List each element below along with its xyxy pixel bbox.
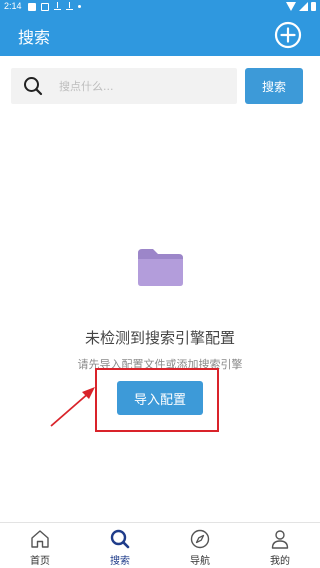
page-title: 搜索 <box>18 28 51 47</box>
search-icon <box>24 77 43 96</box>
search-icon <box>110 529 130 549</box>
nav-item-profile[interactable]: 我的 <box>240 523 320 568</box>
bottom-nav: 首页 搜索 导航 我的 <box>0 522 320 568</box>
empty-state-subtitle: 请先导入配置文件或添加搜索引擎 <box>77 358 243 371</box>
empty-state-title: 未检测到搜索引擎配置 <box>84 329 235 347</box>
nav-label-home: 首页 <box>30 556 50 567</box>
user-icon <box>271 530 289 549</box>
annotation-arrow-icon <box>50 387 95 427</box>
notification-icon <box>28 2 36 11</box>
system-icons <box>286 2 316 11</box>
search-button[interactable]: 搜索 <box>245 68 303 104</box>
nav-label-search: 搜索 <box>110 556 130 567</box>
nav-item-navigation[interactable]: 导航 <box>160 523 240 568</box>
nav-label-navigation: 导航 <box>190 556 210 567</box>
search-input[interactable] <box>59 75 229 97</box>
search-box <box>11 68 237 104</box>
nav-item-search[interactable]: 搜索 <box>80 523 160 568</box>
import-config-button[interactable]: 导入配置 <box>117 381 203 415</box>
notification-icons <box>28 2 81 11</box>
status-bar: 2:14 <box>0 0 320 14</box>
nav-item-home[interactable]: 首页 <box>0 523 80 568</box>
nav-label-profile: 我的 <box>270 556 290 567</box>
folder-icon <box>138 249 183 286</box>
dot-icon <box>78 5 81 8</box>
status-time: 2:14 <box>4 1 22 11</box>
wifi-icon <box>286 2 296 11</box>
compass-icon <box>190 529 210 549</box>
download-icon <box>54 2 61 11</box>
notification-icon <box>41 2 49 11</box>
download-icon <box>66 2 73 11</box>
app-bar: 搜索 <box>0 14 320 56</box>
battery-icon <box>311 2 316 11</box>
signal-icon <box>299 2 308 11</box>
home-icon <box>31 530 49 548</box>
plus-circle-icon[interactable] <box>274 21 302 49</box>
